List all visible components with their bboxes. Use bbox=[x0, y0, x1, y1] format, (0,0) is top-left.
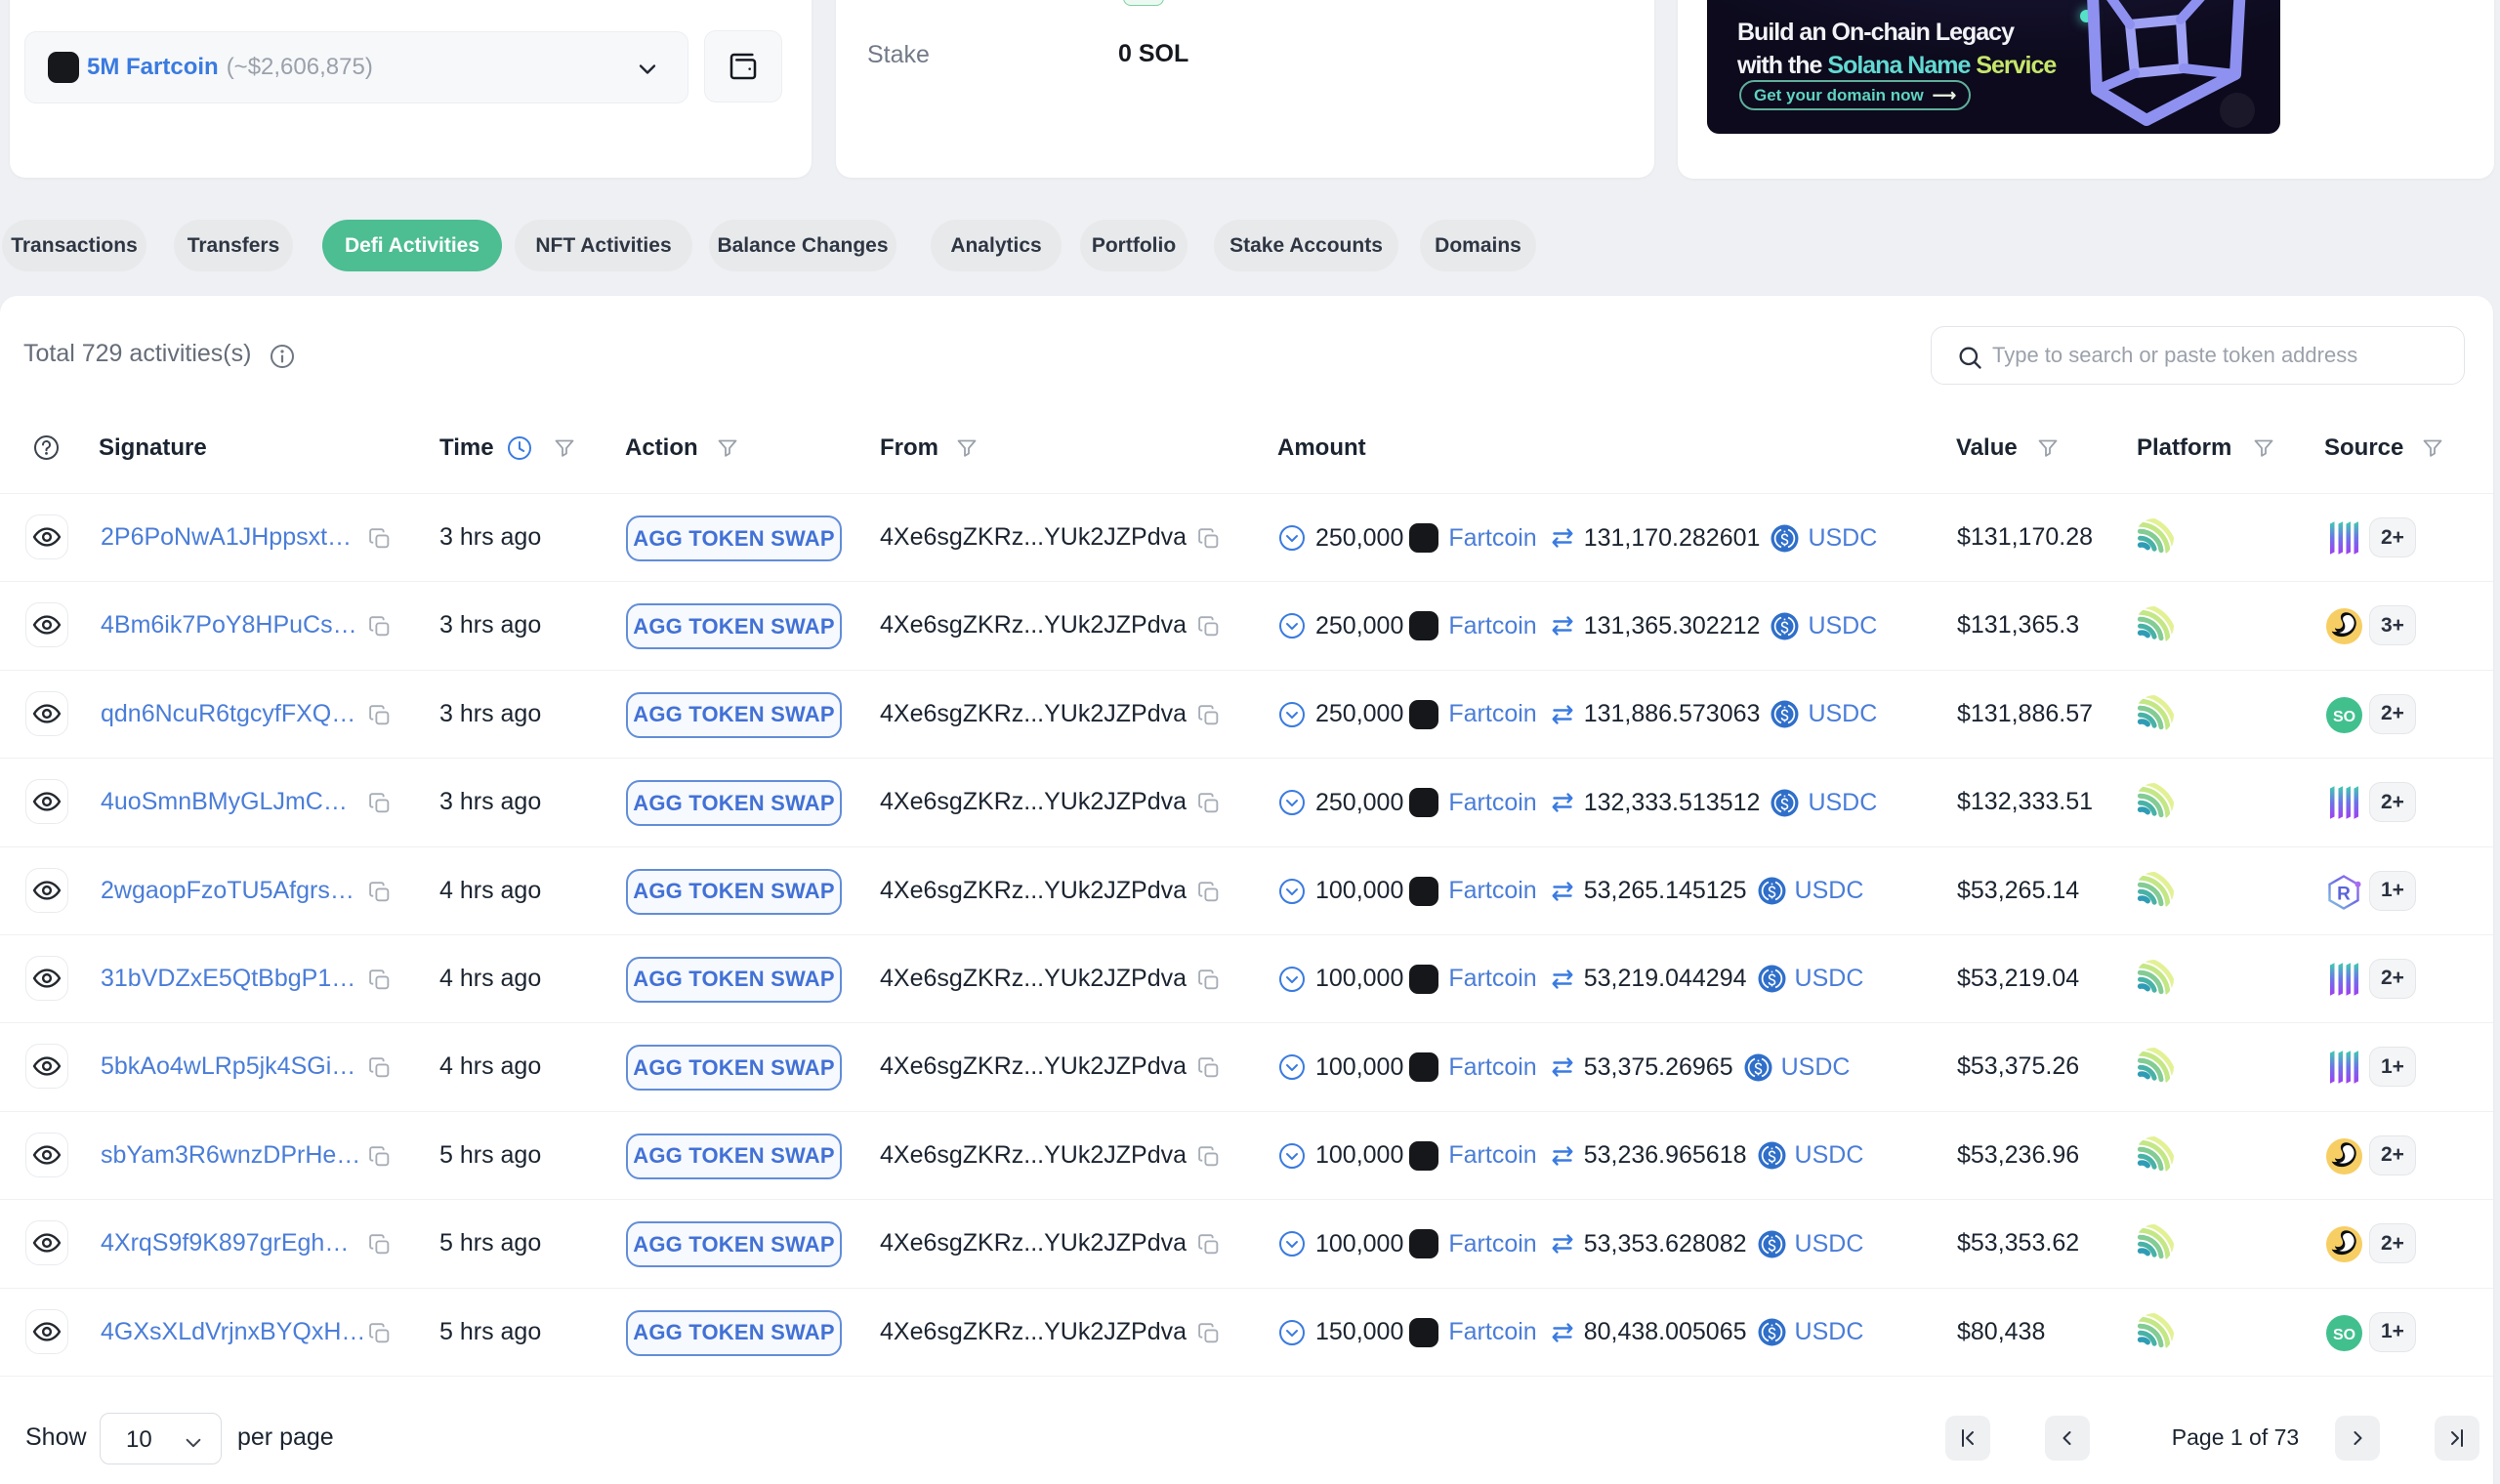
svg-text:SO: SO bbox=[2333, 709, 2355, 725]
svg-text:SO: SO bbox=[2333, 1327, 2355, 1343]
svg-text:R: R bbox=[2337, 884, 2351, 904]
